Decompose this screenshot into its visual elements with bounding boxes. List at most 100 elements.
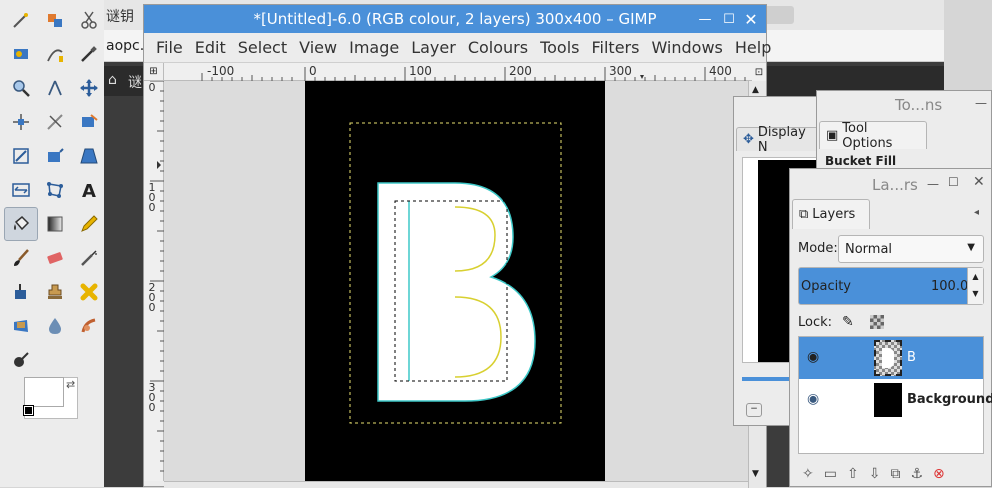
menu-filters[interactable]: Filters (591, 38, 639, 57)
tool-dodge-burn[interactable] (4, 343, 38, 377)
layer-name[interactable]: B (907, 350, 916, 365)
menu-colours[interactable]: Colours (468, 38, 528, 57)
eye-icon[interactable]: ◉ (807, 391, 819, 407)
dock-close-icon[interactable]: ✕ (973, 174, 985, 190)
menu-tools[interactable]: Tools (540, 38, 579, 57)
mode-dropdown[interactable]: Normal ▼ (838, 235, 984, 263)
tool-foreground-select[interactable] (4, 37, 38, 71)
tool-text[interactable]: A (72, 173, 106, 207)
tool-zoom[interactable] (4, 71, 38, 105)
menu-view[interactable]: View (299, 38, 337, 57)
duplicate-layer-icon[interactable]: ⧉ (890, 466, 900, 482)
maximize-icon[interactable]: ☐ (720, 10, 738, 28)
tool-scale[interactable] (38, 139, 72, 173)
tool-smudge[interactable] (72, 309, 106, 343)
default-colors-icon[interactable] (23, 405, 34, 416)
text-icon: A (82, 181, 96, 200)
tool-cage[interactable] (38, 173, 72, 207)
tool-flip[interactable] (4, 173, 38, 207)
tool-eraser[interactable] (38, 241, 72, 275)
menu-file[interactable]: File (156, 38, 183, 57)
canvas-area[interactable] (164, 81, 756, 481)
tool-rotate[interactable] (4, 139, 38, 173)
menu-layer[interactable]: Layer (411, 38, 456, 57)
tool-measure[interactable] (38, 71, 72, 105)
tab-tool-options[interactable]: ▣ Tool Options (819, 121, 927, 151)
tool-color-picker[interactable] (72, 37, 106, 71)
menubar: File Edit Select View Image Layer Colour… (144, 33, 771, 63)
zoom-lock-icon[interactable]: ⊡ (752, 63, 766, 81)
tab-layers[interactable]: ⧉ Layers (792, 199, 870, 229)
horizontal-ruler[interactable]: -100 0 100 200 300 400 (164, 63, 756, 81)
new-layer-group-icon[interactable]: ▭ (824, 466, 837, 482)
gradient-icon (47, 216, 63, 232)
lower-layer-icon[interactable]: ⇩ (869, 466, 881, 482)
dock-minimize-icon[interactable]: — (927, 177, 939, 191)
hruler-label: 0 (309, 64, 317, 78)
anchor-layer-icon[interactable]: ⚓ (910, 466, 923, 482)
dodge-burn-icon (14, 352, 29, 367)
tool-airbrush[interactable] (72, 241, 106, 275)
tool-select-by-color[interactable] (38, 3, 72, 37)
window-titlebar[interactable]: *[Untitled]-6.0 (RGB colour, 2 layers) 3… (144, 5, 766, 33)
tool-blend[interactable] (38, 207, 72, 241)
layer-row-background[interactable]: ◉ Background (799, 379, 992, 421)
opacity-slider[interactable]: Opacity 100.0 ▲ ▼ (798, 267, 984, 305)
eye-icon[interactable]: ◉ (807, 349, 819, 365)
vertical-ruler[interactable]: 0 100 200 300 (144, 81, 164, 481)
browser-tab-label[interactable]: 谜钥 (106, 6, 134, 26)
zoom-out-icon[interactable]: − (746, 403, 762, 417)
tool-pencil[interactable] (72, 207, 106, 241)
home-icon[interactable]: ⌂ (108, 72, 117, 88)
tool-ink[interactable] (4, 275, 38, 309)
smudge-icon (81, 318, 96, 333)
quick-mask-corner-icon[interactable]: ⊞ (144, 63, 164, 81)
dock-minimize-icon[interactable]: — (975, 96, 987, 110)
menu-select[interactable]: Select (238, 38, 287, 57)
menu-help[interactable]: Help (735, 38, 771, 57)
new-layer-icon[interactable]: ✧ (802, 466, 814, 482)
layer-row-b[interactable]: ◉ B (799, 337, 983, 379)
lock-pixels-icon[interactable]: ✎ (842, 314, 854, 330)
tool-crop[interactable] (38, 105, 72, 139)
tool-wand[interactable] (4, 3, 38, 37)
tool-clone[interactable] (38, 275, 72, 309)
tool-paintbrush[interactable] (4, 241, 38, 275)
close-icon[interactable]: ✕ (742, 10, 760, 29)
tool-perspective-clone[interactable] (4, 309, 38, 343)
layer-thumbnail (874, 383, 902, 417)
layers-dock: La...rs — ☐ ✕ ⧉ Layers ◂ Mode: Normal ▼ … (789, 168, 992, 487)
scroll-up-icon[interactable]: ▲ (752, 85, 759, 95)
layers-tab-label: Layers (812, 207, 856, 222)
hruler-label: 200 (509, 64, 532, 78)
raise-layer-icon[interactable]: ⇧ (847, 466, 859, 482)
tab-menu-icon[interactable]: ◂ (974, 207, 979, 218)
lock-alpha-icon[interactable] (870, 315, 884, 329)
menu-windows[interactable]: Windows (651, 38, 722, 57)
delete-layer-icon[interactable]: ⊗ (933, 466, 945, 482)
foreground-color-swatch[interactable] (24, 377, 64, 407)
tool-bucket-fill[interactable] (4, 207, 38, 241)
tool-perspective[interactable] (72, 139, 106, 173)
layer-name[interactable]: Background (907, 392, 992, 407)
tool-align[interactable] (4, 105, 38, 139)
tool-options-tab-icon: ▣ (826, 128, 839, 143)
menu-edit[interactable]: Edit (195, 38, 226, 57)
clone-icon (48, 284, 62, 299)
display-tab-label: Display N (757, 124, 806, 155)
tool-grid: A (4, 3, 100, 377)
tool-blur[interactable] (38, 309, 72, 343)
tool-heal[interactable] (72, 275, 106, 309)
tool-move[interactable] (72, 71, 106, 105)
image-canvas[interactable] (305, 81, 605, 481)
dock-maximize-icon[interactable]: ☐ (948, 175, 959, 189)
scroll-down-icon[interactable]: ▼ (752, 469, 759, 479)
opacity-spin-icon[interactable]: ▲ ▼ (967, 268, 983, 304)
minimize-icon[interactable]: — (696, 10, 714, 28)
tool-scissors[interactable] (72, 3, 106, 37)
swap-colors-icon[interactable]: ⇄ (66, 378, 75, 391)
tool-transform[interactable] (72, 105, 106, 139)
tab-display-navigation[interactable]: ✥ Display N (736, 125, 820, 155)
menu-image[interactable]: Image (349, 38, 399, 57)
tool-paths[interactable] (38, 37, 72, 71)
